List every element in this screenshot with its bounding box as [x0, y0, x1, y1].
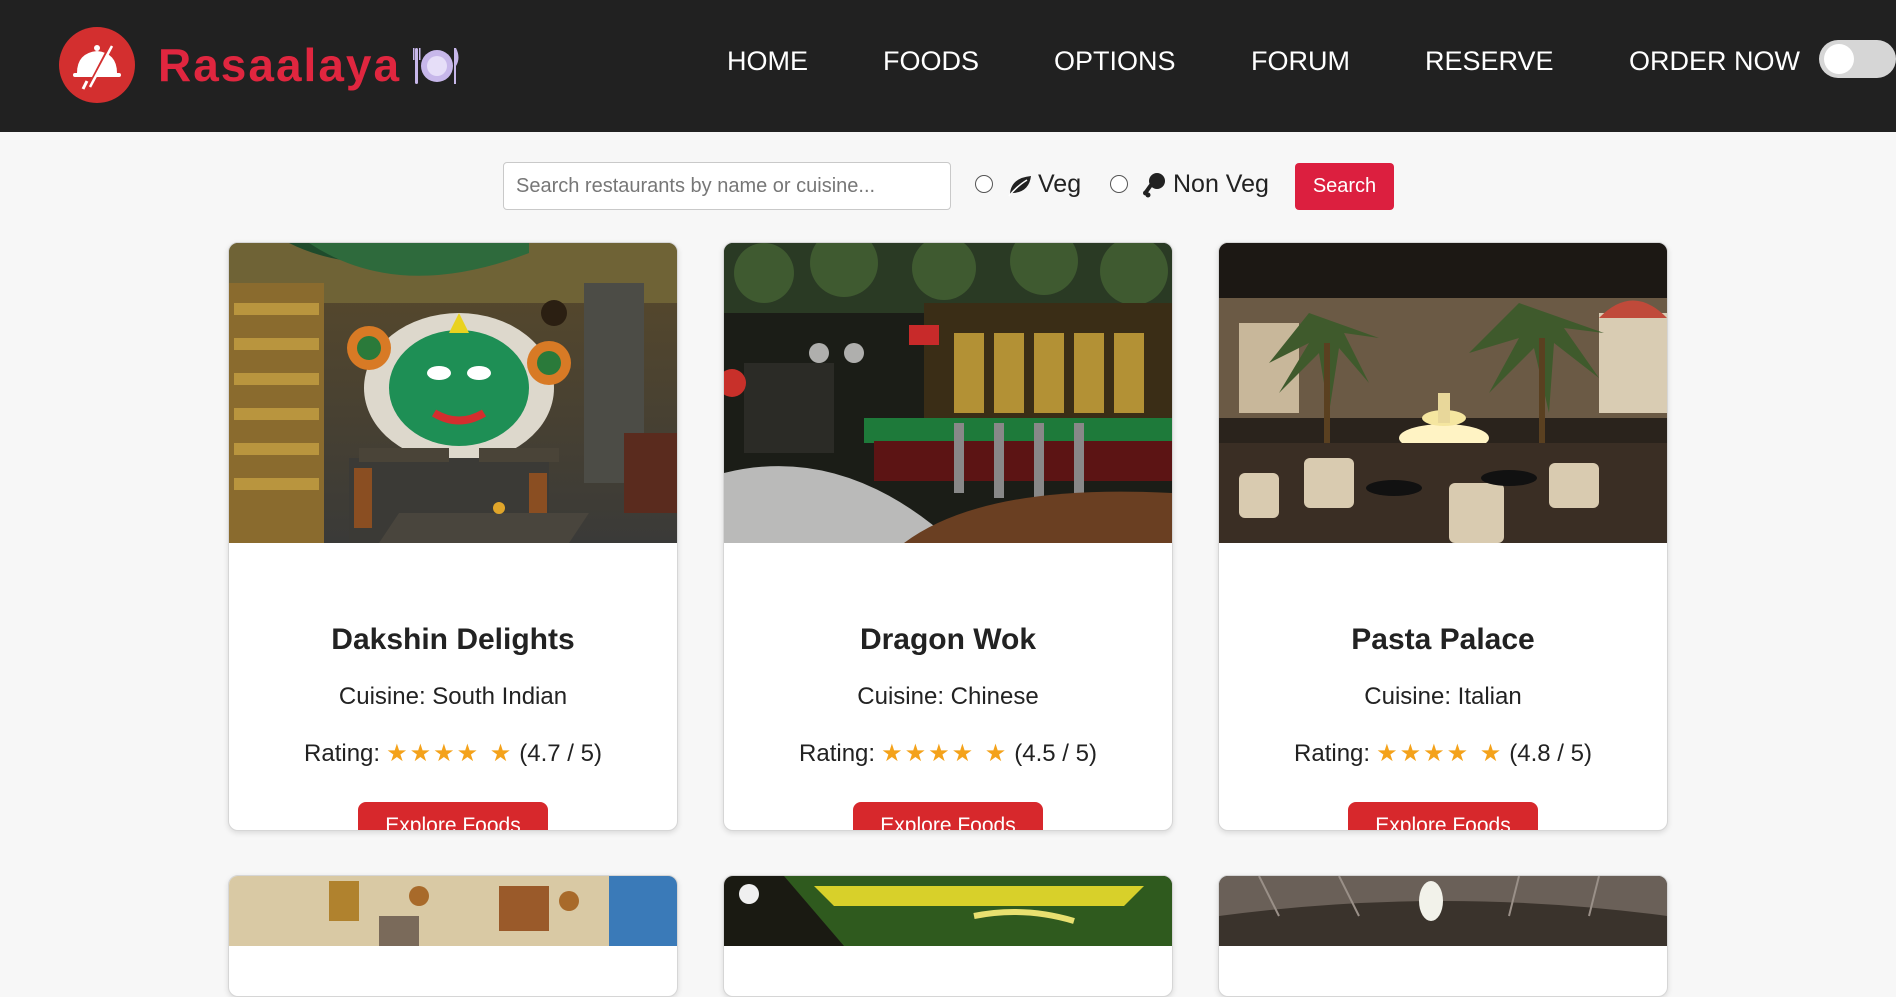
- restaurant-card-3: Pasta Palace Cuisine: Italian Rating: ★★★…: [1218, 242, 1668, 831]
- veg-radio[interactable]: [975, 175, 993, 193]
- rating-value: (4.7 / 5): [519, 740, 602, 767]
- star-icon: ★★★★ ★: [386, 739, 514, 767]
- veg-label: Veg: [1038, 170, 1082, 198]
- nonveg-radio[interactable]: [1110, 175, 1128, 193]
- nav-home[interactable]: HOME: [727, 46, 808, 77]
- drumstick-icon: [1143, 173, 1165, 198]
- restaurant-card-4: [228, 875, 678, 997]
- restaurant-rating: Rating: ★★★★ ★ (4.8 / 5): [1219, 739, 1667, 768]
- search-input[interactable]: [503, 162, 951, 210]
- top-navbar: Rasaalaya HOME FOODS OPTIONS FORUM RESER…: [0, 0, 1896, 132]
- restaurant-photo-5: [724, 876, 1172, 946]
- restaurant-name: Dragon Wok: [859, 623, 1037, 656]
- main-nav: HOME FOODS OPTIONS FORUM RESERVE ORDER N…: [0, 46, 1896, 86]
- restaurant-cuisine: Cuisine: Chinese: [857, 683, 1039, 710]
- theme-toggle[interactable]: [1819, 40, 1896, 78]
- star-icon: ★★★★ ★: [881, 739, 1009, 767]
- rating-label: Rating:: [1294, 740, 1371, 767]
- rating-label: Rating:: [304, 740, 381, 767]
- restaurant-rating: Rating: ★★★★ ★ (4.5 / 5): [724, 739, 1172, 768]
- explore-foods-button[interactable]: Explore Foods: [1348, 802, 1538, 830]
- search-button[interactable]: Search: [1295, 163, 1394, 210]
- toggle-knob: [1824, 44, 1854, 74]
- restaurant-photo-6: [1219, 876, 1667, 946]
- nav-forum[interactable]: FORUM: [1251, 46, 1350, 77]
- restaurant-rating: Rating: ★★★★ ★ (4.7 / 5): [229, 739, 677, 768]
- rating-label: Rating:: [799, 740, 876, 767]
- restaurant-card-6: [1218, 875, 1668, 997]
- nav-order-now[interactable]: ORDER NOW: [1629, 46, 1800, 77]
- nonveg-label: Non Veg: [1173, 170, 1269, 198]
- restaurant-card-1: Dakshin Delights Cuisine: South Indian R…: [228, 242, 678, 831]
- rating-value: (4.5 / 5): [1014, 740, 1097, 767]
- restaurant-card-5: [723, 875, 1173, 997]
- restaurant-cuisine: Cuisine: South Indian: [338, 683, 568, 710]
- restaurant-cuisine: Cuisine: Italian: [1364, 683, 1522, 710]
- nav-foods[interactable]: FOODS: [883, 46, 979, 77]
- leaf-icon: [1008, 176, 1031, 197]
- nav-options[interactable]: OPTIONS: [1054, 46, 1176, 77]
- explore-foods-button[interactable]: Explore Foods: [358, 802, 548, 830]
- restaurant-photo-3: [1219, 243, 1667, 543]
- explore-foods-button[interactable]: Explore Foods: [853, 802, 1043, 830]
- rating-value: (4.8 / 5): [1509, 740, 1592, 767]
- restaurant-photo-4: [229, 876, 677, 946]
- star-icon: ★★★★ ★: [1376, 739, 1504, 767]
- restaurant-photo-2: [724, 243, 1172, 543]
- nav-reserve[interactable]: RESERVE: [1425, 46, 1554, 77]
- restaurant-photo-1: [229, 243, 677, 543]
- restaurant-name: Dakshin Delights: [331, 623, 575, 656]
- restaurant-card-2: Dragon Wok Cuisine: Chinese Rating: ★★★★ …: [723, 242, 1173, 831]
- restaurant-name: Pasta Palace: [1351, 623, 1535, 656]
